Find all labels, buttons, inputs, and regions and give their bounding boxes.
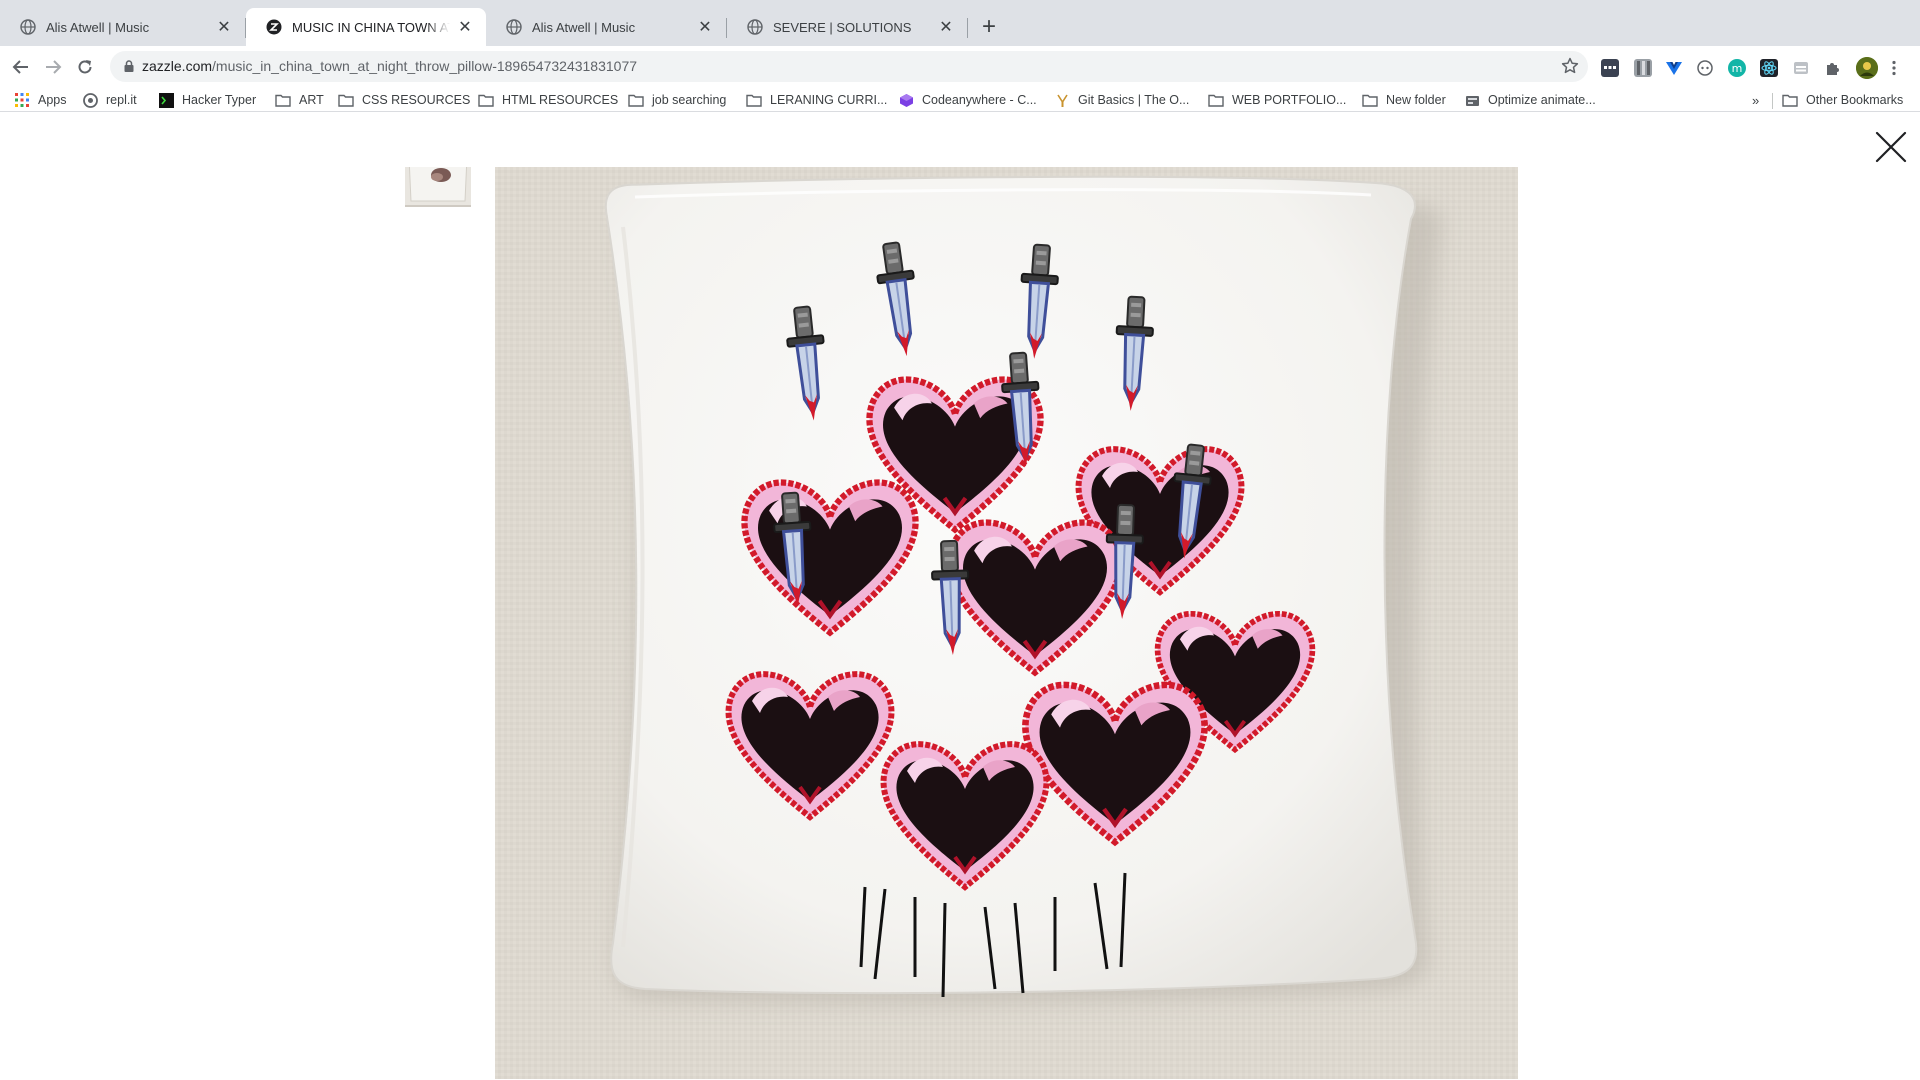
bookmarks-divider xyxy=(1772,93,1773,109)
folder-icon xyxy=(746,92,762,108)
forward-button[interactable] xyxy=(38,52,68,82)
bookmark-label: Optimize animate... xyxy=(1488,93,1596,107)
close-icon[interactable] xyxy=(1874,130,1908,164)
folder-icon xyxy=(275,92,291,108)
bookmark-label: Codeanywhere - C... xyxy=(922,93,1037,107)
bookmark-label: HTML RESOURCES xyxy=(502,93,619,107)
folder-icon xyxy=(628,92,644,108)
bookmark-star-icon[interactable] xyxy=(1560,56,1580,76)
terminal-icon xyxy=(158,92,174,108)
tab-close-icon[interactable]: ✕ xyxy=(696,18,714,36)
zazzle-icon xyxy=(266,19,282,35)
bookmark-art[interactable]: ART xyxy=(275,90,324,110)
odin-icon xyxy=(1054,92,1070,108)
folder-icon xyxy=(478,92,494,108)
replit-icon xyxy=(82,92,98,108)
tab-close-icon[interactable]: ✕ xyxy=(937,18,955,36)
bookmark-web-portfolio[interactable]: WEB PORTFOLIO... xyxy=(1208,90,1346,110)
optimize-icon xyxy=(1464,92,1480,108)
url-text[interactable]: zazzle.com/music_in_china_town_at_night_… xyxy=(142,58,637,74)
extension-m-icon[interactable]: m xyxy=(1728,59,1746,77)
bookmark-css-resources[interactable]: CSS RESOURCES xyxy=(338,90,470,110)
tab-title: Alis Atwell | Music xyxy=(532,19,636,35)
address-bar[interactable]: zazzle.com/music_in_china_town_at_night_… xyxy=(110,51,1588,82)
cube-icon xyxy=(898,92,914,108)
bookmark-label: Hacker Typer xyxy=(182,93,257,107)
bookmark-label: CSS RESOURCES xyxy=(362,93,471,107)
bookmark-learning-curriculum[interactable]: LERANING CURRI... xyxy=(746,90,887,110)
bookmark-apps[interactable]: Apps xyxy=(14,90,67,110)
globe-icon xyxy=(20,19,36,35)
browser-menu-icon[interactable] xyxy=(1888,59,1900,77)
url-path: /music_in_china_town_at_night_throw_pill… xyxy=(212,58,638,74)
forward-arrow-icon xyxy=(46,60,62,74)
bookmarks-overflow-button[interactable]: » xyxy=(1752,90,1759,110)
folder-icon xyxy=(1362,92,1378,108)
reload-button[interactable] xyxy=(70,52,100,82)
bookmark-label: job searching xyxy=(652,93,727,107)
bookmark-html-resources[interactable]: HTML RESOURCES xyxy=(478,90,618,110)
tab-title: Alis Atwell | Music xyxy=(46,19,150,35)
bookmark-label: ART xyxy=(299,93,324,107)
extension-react-icon[interactable] xyxy=(1760,59,1778,77)
bookmark-codeanywhere[interactable]: Codeanywhere - C... xyxy=(898,90,1037,110)
bookmarks-bar: Apps repl.it Hacker Typer ART CSS RESOUR… xyxy=(0,88,1920,112)
bookmark-hacker-typer[interactable]: Hacker Typer xyxy=(158,90,256,110)
bookmark-label: Apps xyxy=(38,93,67,107)
extension-vue-icon[interactable] xyxy=(1665,59,1683,77)
extension-window-icon[interactable] xyxy=(1792,59,1810,77)
extension-stripes-icon[interactable] xyxy=(1634,59,1652,77)
apps-grid-icon xyxy=(14,92,30,108)
tab-alis-atwell-2[interactable]: Alis Atwell | Music ✕ xyxy=(486,8,726,46)
tab-title: MUSIC IN CHINA TOWN AT NIGHT xyxy=(292,19,450,35)
browser-toolbar: zazzle.com/music_in_china_town_at_night_… xyxy=(0,46,1920,88)
extension-sidebar-icon[interactable] xyxy=(1601,59,1619,77)
reload-icon xyxy=(78,60,92,74)
tab-title: SEVERE | SOLUTIONS xyxy=(773,19,912,35)
back-arrow-icon xyxy=(12,60,28,74)
lock-icon[interactable] xyxy=(122,59,136,73)
url-host: zazzle.com xyxy=(142,58,213,74)
tab-close-icon[interactable]: ✕ xyxy=(456,18,474,36)
svg-text:m: m xyxy=(1732,62,1743,75)
tab-alis-atwell-1[interactable]: Alis Atwell | Music ✕ xyxy=(0,8,245,46)
bookmark-label: Git Basics | The O... xyxy=(1078,93,1190,107)
folder-icon xyxy=(338,92,354,108)
bookmark-label: repl.it xyxy=(106,93,137,107)
globe-icon xyxy=(506,19,522,35)
back-button[interactable] xyxy=(6,52,36,82)
globe-icon xyxy=(747,19,763,35)
bookmark-new-folder[interactable]: New folder xyxy=(1362,90,1446,110)
new-tab-button[interactable]: + xyxy=(976,14,1002,40)
image-viewer xyxy=(0,113,1920,1080)
tab-severe-solutions[interactable]: SEVERE | SOLUTIONS ✕ xyxy=(727,8,967,46)
bookmark-git-basics[interactable]: Git Basics | The O... xyxy=(1054,90,1189,110)
folder-icon xyxy=(1782,92,1798,108)
extension-circle-icon[interactable] xyxy=(1696,59,1714,77)
product-image xyxy=(495,167,1518,1079)
bookmark-label: Other Bookmarks xyxy=(1806,93,1904,107)
tab-close-icon[interactable]: ✕ xyxy=(215,18,233,36)
bookmark-optimize-animate[interactable]: Optimize animate... xyxy=(1464,90,1596,110)
folder-icon xyxy=(1208,92,1224,108)
bookmark-label: New folder xyxy=(1386,93,1446,107)
product-thumbnail[interactable] xyxy=(405,167,471,207)
bookmark-label: LERANING CURRI... xyxy=(770,93,888,107)
bookmark-label: WEB PORTFOLIO... xyxy=(1232,93,1347,107)
bookmark-replit[interactable]: repl.it xyxy=(82,90,137,110)
bookmark-job-searching[interactable]: job searching xyxy=(628,90,726,110)
tab-divider xyxy=(967,18,968,38)
other-bookmarks[interactable]: Other Bookmarks xyxy=(1782,90,1903,110)
tab-strip: Alis Atwell | Music ✕ MUSIC IN CHINA TOW… xyxy=(0,0,1920,46)
tab-music-china-town[interactable]: MUSIC IN CHINA TOWN AT NIGHT ✕ xyxy=(246,8,486,46)
profile-avatar[interactable] xyxy=(1856,57,1878,79)
extensions-puzzle-icon[interactable] xyxy=(1824,59,1842,77)
